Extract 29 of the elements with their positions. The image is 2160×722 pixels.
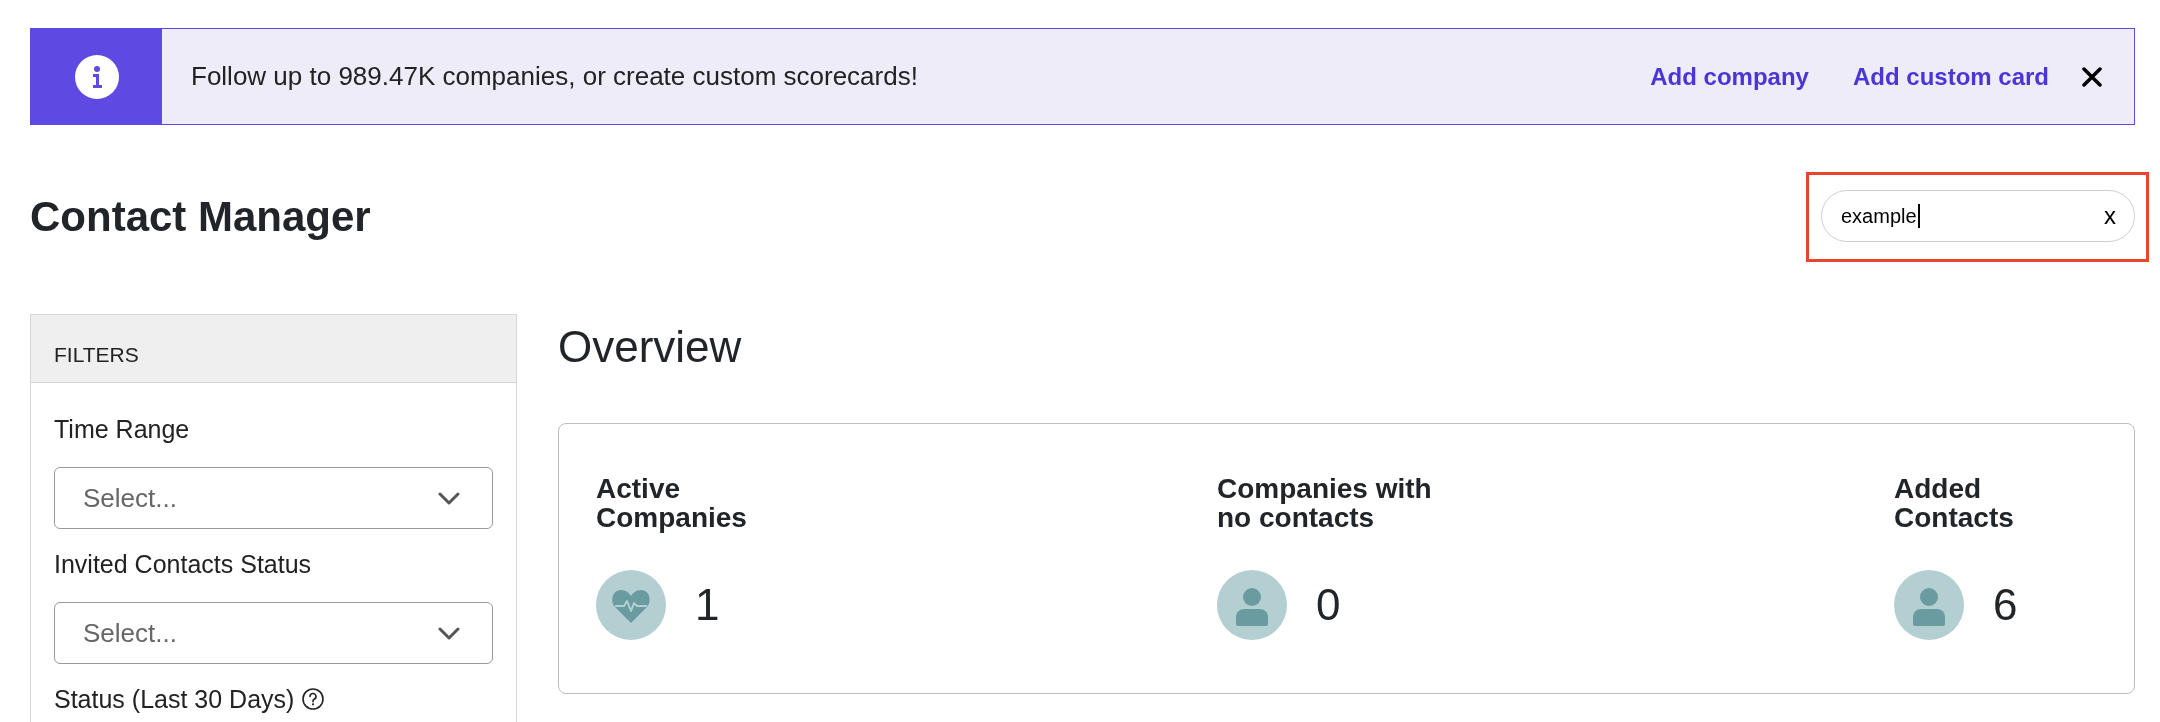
text-cursor [1917, 204, 1920, 228]
banner-link[interactable]: Add custom card [1852, 58, 2049, 95]
chevron-down-icon [438, 626, 460, 640]
banner-link[interactable]: Add company [1650, 58, 1809, 95]
search-field[interactable]: example x [1821, 190, 2135, 242]
banner-message: Follow up to 989.47K companies, or create custom scorecards! [191, 60, 918, 93]
filter-label: Time Range [54, 415, 190, 443]
info-icon [74, 54, 119, 99]
stat-value: 1 [695, 583, 720, 627]
section-title: Overview [558, 321, 743, 373]
stat-label: Added Contacts [1894, 474, 2014, 532]
stat-label: Companies with no contacts [1217, 474, 1432, 532]
dropdown[interactable]: Select... [54, 602, 493, 664]
clear-button[interactable]: x [2104, 204, 2116, 228]
heart-pulse-icon [596, 570, 666, 640]
stat-label: Active Companies [596, 474, 747, 532]
dropdown[interactable]: Select... [54, 467, 493, 529]
stat-value: 0 [1316, 583, 1341, 627]
person-icon [1894, 570, 1964, 640]
page-title: Contact Manager [30, 192, 371, 242]
close-button[interactable] [2082, 66, 2102, 87]
help-icon[interactable] [302, 688, 325, 710]
stat-value: 6 [1993, 583, 2018, 627]
close-icon [2082, 66, 2102, 87]
person-icon [1217, 570, 1287, 640]
filter-label: Invited Contacts Status [54, 550, 312, 578]
filter-label: Status (Last 30 Days) [54, 685, 295, 713]
chevron-down-icon [438, 491, 460, 505]
filters-header: FILTERS [31, 315, 516, 383]
